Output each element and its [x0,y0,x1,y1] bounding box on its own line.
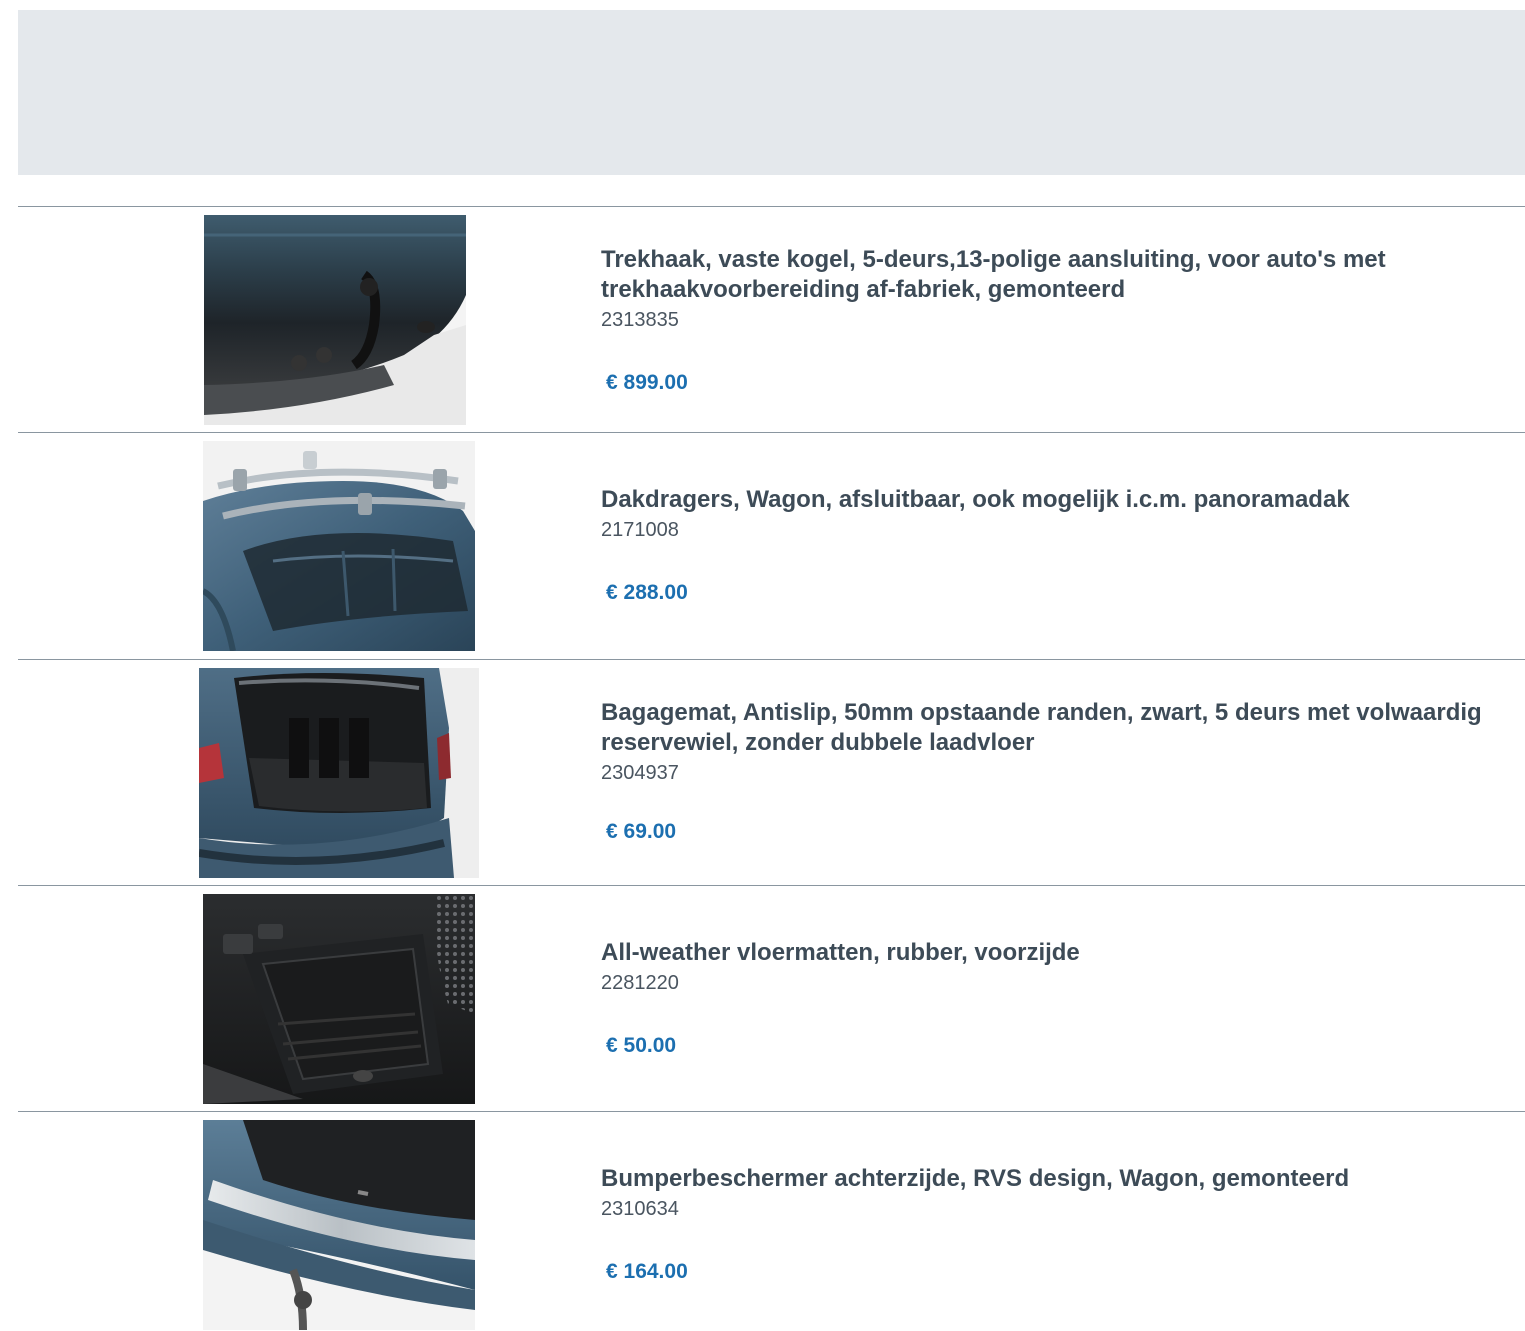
product-price: € 164.00 [606,1260,688,1283]
product-price: € 50.00 [606,1034,677,1057]
product-price: € 899.00 [606,371,688,394]
luggage-mat-photo [199,668,479,878]
part-number: 2313835 [601,309,679,331]
part-number: 2281220 [601,972,679,994]
product-info: Dakdragers, Wagon, afsluitbaar, ook moge… [601,485,1501,543]
part-number: 2304937 [601,762,679,784]
header-banner [18,10,1525,175]
product-info: Trekhaak, vaste kogel, 5-deurs,13-polige… [601,245,1501,333]
product-info: Bagagemat, Antislip, 50mm opstaande rand… [601,698,1501,786]
roof-rack-photo [203,441,475,651]
part-number: 2310634 [601,1198,679,1220]
product-title: Bumperbeschermer achterzijde, RVS design… [601,1165,1350,1192]
product-info: Bumperbeschermer achterzijde, RVS design… [601,1164,1501,1222]
part-number: 2171008 [601,519,679,541]
product-title: All-weather vloermatten, rubber, voorzij… [601,939,1080,966]
bumper-protector-photo [203,1120,475,1330]
product-info: All-weather vloermatten, rubber, voorzij… [601,938,1501,996]
product-title: Dakdragers, Wagon, afsluitbaar, ook moge… [601,486,1350,513]
product-price: € 288.00 [606,581,688,604]
product-row: All-weather vloermatten, rubber, voorzij… [18,885,1525,1111]
product-title: Trekhaak, vaste kogel, 5-deurs,13-polige… [601,246,1386,303]
product-row: Trekhaak, vaste kogel, 5-deurs,13-polige… [18,206,1525,432]
product-row: Bumperbeschermer achterzijde, RVS design… [18,1111,1525,1331]
product-row: Dakdragers, Wagon, afsluitbaar, ook moge… [18,432,1525,659]
tow-bar-photo [204,215,466,425]
product-price: € 69.00 [606,820,677,843]
product-title: Bagagemat, Antislip, 50mm opstaande rand… [601,699,1482,756]
product-list: Trekhaak, vaste kogel, 5-deurs,13-polige… [18,206,1525,1331]
floor-mat-photo [203,894,475,1104]
product-row: Bagagemat, Antislip, 50mm opstaande rand… [18,659,1525,885]
